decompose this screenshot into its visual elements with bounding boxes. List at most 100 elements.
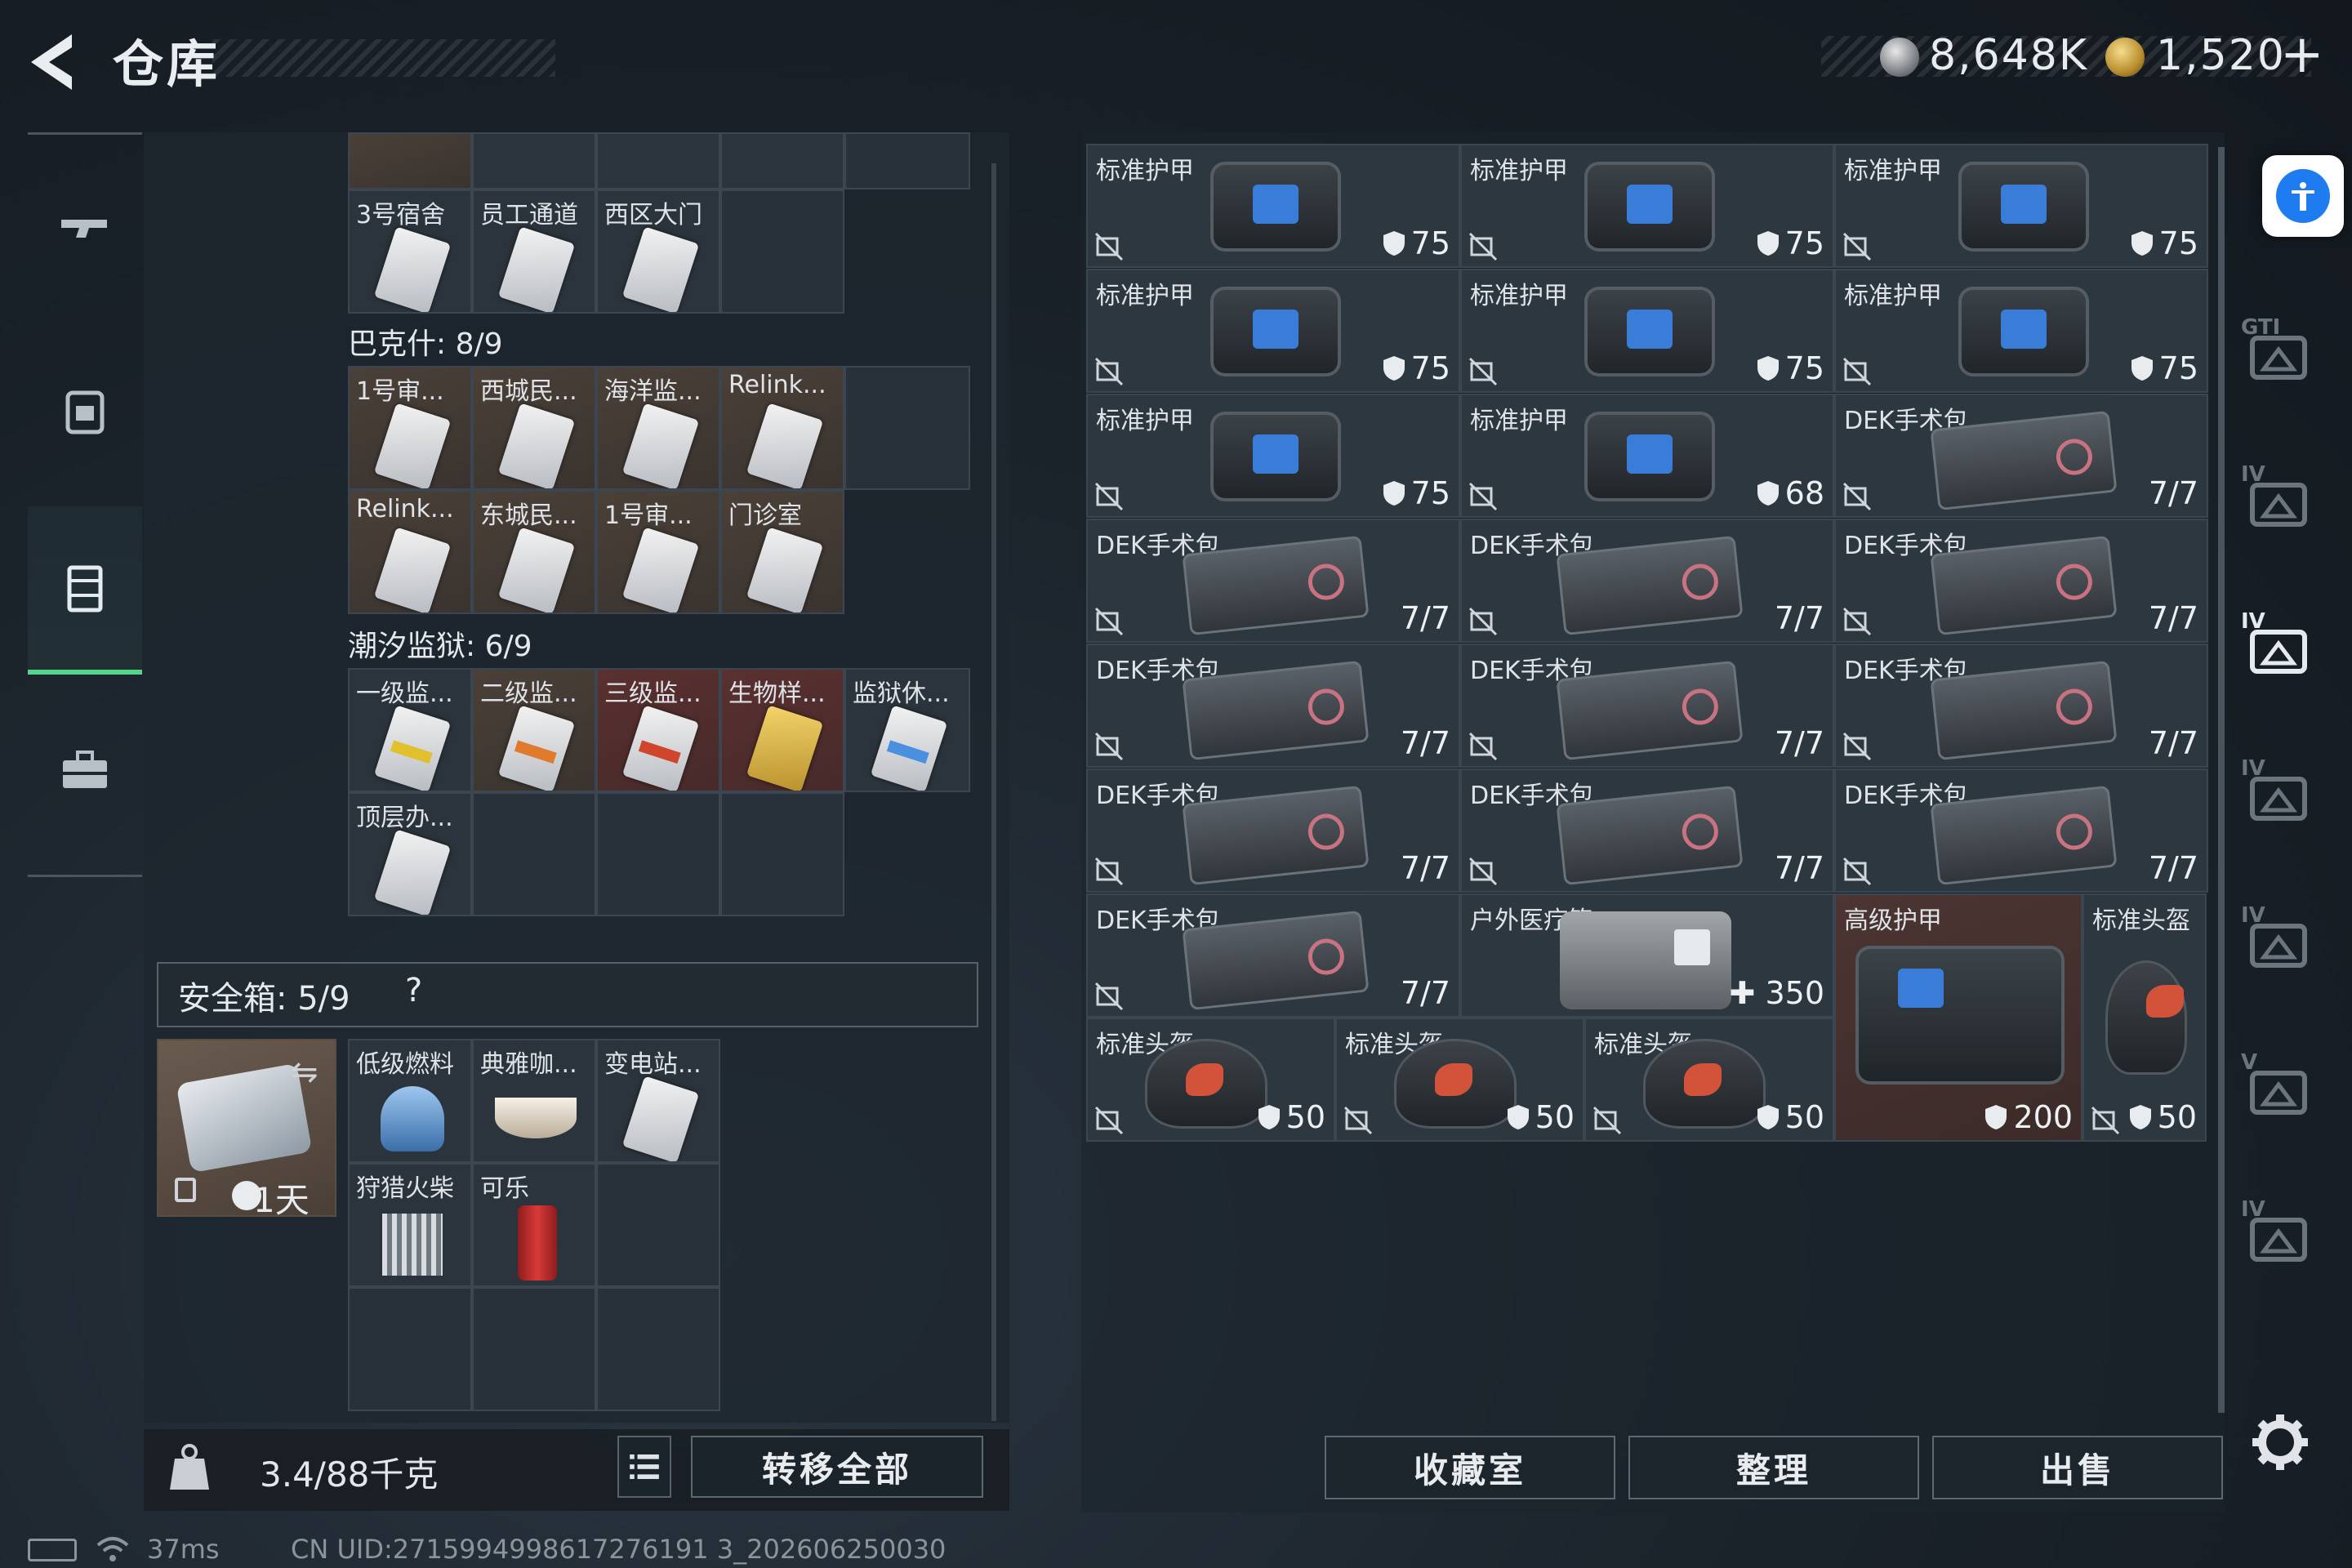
- keycard-slot[interactable]: [472, 132, 596, 189]
- inventory-scrollbar[interactable]: [2218, 147, 2225, 1413]
- inventory-item[interactable]: 标准护甲 68: [1460, 394, 1834, 518]
- keycard-slot[interactable]: Relink...: [720, 366, 844, 490]
- nav-warehouse[interactable]: [28, 506, 142, 675]
- inventory-item[interactable]: DEK手术包 7/7: [1086, 768, 1460, 893]
- inventory-item[interactable]: 户外医疗箱 ✚ 350: [1460, 893, 1834, 1018]
- inventory-item[interactable]: DEK手术包 7/7: [1086, 644, 1460, 768]
- helmet-icon: [1145, 1039, 1267, 1129]
- keycard-slot[interactable]: 1号审...: [348, 366, 472, 490]
- keycard-slot[interactable]: 监狱休...: [844, 668, 970, 792]
- inventory-item[interactable]: DEK手术包 7/7: [1086, 893, 1460, 1018]
- rail-filter-2[interactable]: IV: [2238, 604, 2328, 694]
- inventory-item[interactable]: 标准护甲 75: [1086, 394, 1460, 518]
- rail-filter-5[interactable]: V: [2238, 1045, 2328, 1135]
- rail-filter-3[interactable]: IV: [2238, 751, 2328, 841]
- keycard-slot[interactable]: Relink...: [348, 490, 472, 614]
- inventory-item[interactable]: DEK手术包 7/7: [1460, 519, 1834, 643]
- list-view-button[interactable]: [617, 1436, 671, 1498]
- keycard-slot[interactable]: 东城民...: [472, 490, 596, 614]
- empty-slot[interactable]: [596, 1287, 720, 1411]
- rail-filter-4[interactable]: IV: [2238, 898, 2328, 988]
- keycard-slot[interactable]: 员工通道: [472, 189, 596, 314]
- keycard-icon: [373, 829, 452, 915]
- inventory-item[interactable]: DEK手术包 7/7: [1086, 519, 1460, 643]
- keycard-slot[interactable]: 二级监...: [472, 668, 596, 792]
- rail-filter-0[interactable]: GTI: [2238, 310, 2328, 400]
- medkit-icon: [1182, 910, 1370, 1011]
- empty-slot[interactable]: [720, 189, 844, 314]
- item-slot[interactable]: 可乐: [472, 1163, 596, 1287]
- no-share-icon: [1094, 1106, 1124, 1135]
- rail-filter-1[interactable]: IV: [2238, 457, 2328, 547]
- keycard-slot[interactable]: 1号审...: [596, 490, 720, 614]
- inventory-item[interactable]: DEK手术包 7/7: [1460, 644, 1834, 768]
- keycard-icon: [373, 226, 452, 312]
- keycard-slot[interactable]: 西城民...: [472, 366, 596, 490]
- nav-weapons[interactable]: [28, 149, 142, 312]
- settings-button[interactable]: [2247, 1410, 2313, 1475]
- inventory-item[interactable]: DEK手术包 7/7: [1460, 768, 1834, 893]
- swap-icon[interactable]: ⇋: [291, 1054, 318, 1091]
- armor-vest-icon: [1584, 412, 1715, 501]
- inventory-item[interactable]: 标准护甲 75: [1086, 269, 1460, 393]
- inventory-item[interactable]: 标准头盔 50: [1086, 1018, 1335, 1142]
- inventory-item[interactable]: DEK手术包 7/7: [1834, 519, 2208, 643]
- empty-slot[interactable]: [844, 366, 970, 490]
- lock-icon: [175, 1178, 196, 1202]
- accessibility-button[interactable]: [2262, 155, 2344, 237]
- empty-slot[interactable]: [596, 792, 720, 916]
- nav-backpack[interactable]: [28, 328, 142, 492]
- keycard-slot[interactable]: 3号宿舍: [348, 189, 472, 314]
- add-currency-button[interactable]: +: [2280, 24, 2324, 85]
- empty-slot[interactable]: [596, 1163, 720, 1287]
- item-slot[interactable]: 低级燃料: [348, 1039, 472, 1163]
- inventory-item[interactable]: 标准护甲 75: [1460, 269, 1834, 393]
- inventory-item[interactable]: DEK手术包 7/7: [1834, 768, 2208, 893]
- keycard-slot[interactable]: 顶层办...: [348, 792, 472, 916]
- keycard-slot[interactable]: 生物样...: [720, 668, 844, 792]
- locker-icon: [67, 565, 103, 612]
- transfer-all-button[interactable]: 转移全部: [691, 1436, 983, 1498]
- keycard-slot[interactable]: 海洋监...: [596, 366, 720, 490]
- item-slot[interactable]: 变电站...: [596, 1039, 720, 1163]
- inventory-item[interactable]: 标准头盔 50: [1584, 1018, 1834, 1142]
- keycard-slot[interactable]: 三级监...: [596, 668, 720, 792]
- empty-slot[interactable]: [472, 1287, 596, 1411]
- inventory-item[interactable]: 标准护甲 75: [1460, 144, 1834, 268]
- back-arrow-icon: [31, 34, 72, 90]
- rail-filter-6[interactable]: IV: [2238, 1192, 2328, 1282]
- empty-slot[interactable]: [720, 792, 844, 916]
- inventory-item[interactable]: DEK手术包 7/7: [1834, 644, 2208, 768]
- inventory-item-tall[interactable]: 标准头盔 50: [2082, 893, 2207, 1142]
- inventory-item[interactable]: 标准头盔 50: [1335, 1018, 1584, 1142]
- empty-slot[interactable]: [348, 1287, 472, 1411]
- back-button[interactable]: [24, 29, 82, 95]
- no-share-icon: [1468, 607, 1498, 636]
- section-title-bakesh: 巴克什: 8/9: [348, 327, 503, 361]
- keycard-slot[interactable]: 门诊室: [720, 490, 844, 614]
- sort-button[interactable]: 整理: [1628, 1436, 1919, 1499]
- keycard-slot[interactable]: [348, 132, 472, 189]
- keycard-slot[interactable]: 西区大门: [596, 189, 720, 314]
- keycard-slot[interactable]: [720, 132, 844, 189]
- storage-scrollbar[interactable]: [991, 163, 996, 1421]
- shield-icon: [2131, 356, 2153, 381]
- collection-room-button[interactable]: 收藏室: [1325, 1436, 1615, 1499]
- keycard-slot[interactable]: [596, 132, 720, 189]
- inventory-item[interactable]: 标准护甲 75: [1834, 269, 2208, 393]
- item-slot[interactable]: 狩猎火柴: [348, 1163, 472, 1287]
- armor-vest-icon: [1210, 287, 1341, 376]
- empty-slot[interactable]: [472, 792, 596, 916]
- keycard-slot[interactable]: 一级监...: [348, 668, 472, 792]
- inventory-item-large[interactable]: 高级护甲 200: [1834, 893, 2082, 1142]
- inventory-item[interactable]: 标准护甲 75: [1086, 144, 1460, 268]
- safebox-help-button[interactable]: ?: [405, 972, 422, 1009]
- inventory-item[interactable]: DEK手术包 7/7: [1834, 394, 2208, 518]
- backpack-icon: [65, 390, 105, 434]
- item-slot[interactable]: 典雅咖...: [472, 1039, 596, 1163]
- sell-button[interactable]: 出售: [1932, 1436, 2223, 1499]
- safebox-container[interactable]: ⇋: [157, 1039, 336, 1217]
- empty-slot[interactable]: [844, 132, 970, 189]
- nav-briefcase[interactable]: [28, 689, 142, 853]
- inventory-item[interactable]: 标准护甲 75: [1834, 144, 2208, 268]
